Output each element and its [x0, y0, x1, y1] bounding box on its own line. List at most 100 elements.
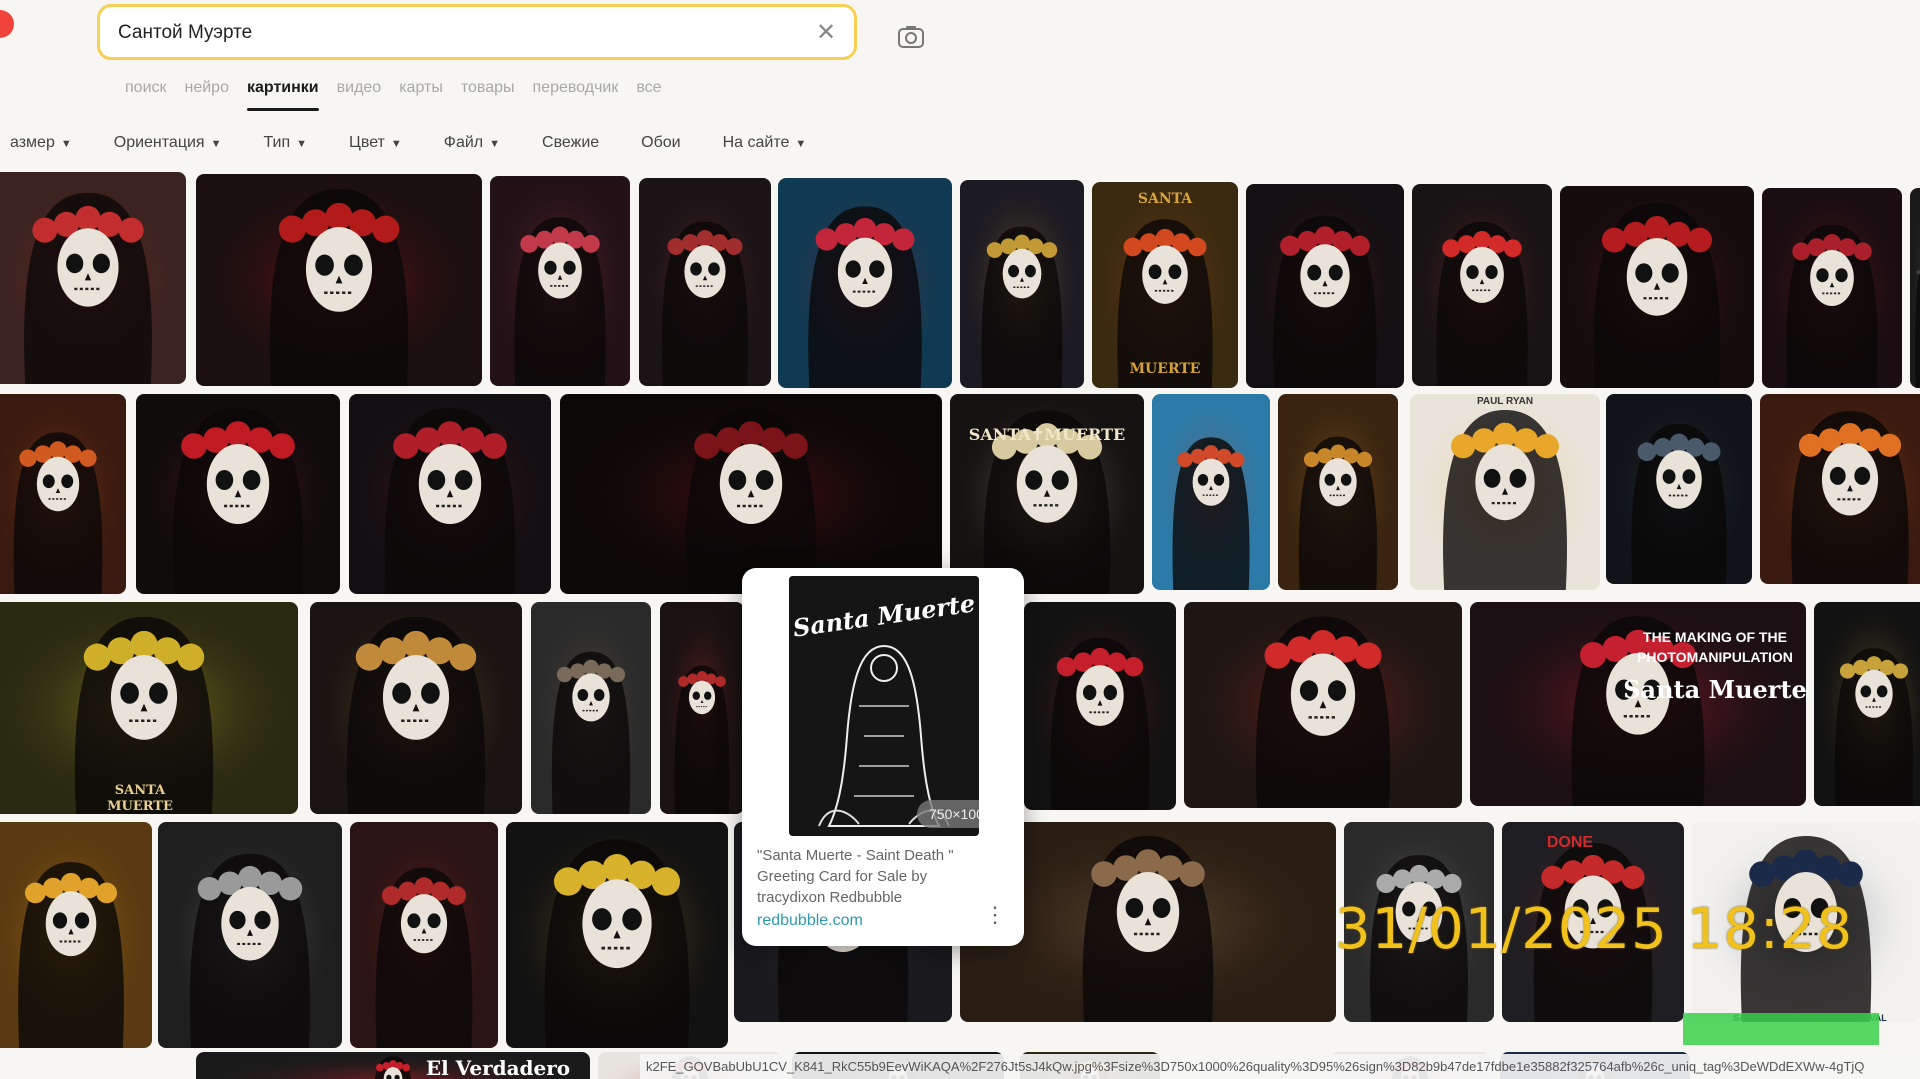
filter-label: Тип	[263, 134, 291, 151]
santa-caption: SANTA	[1137, 191, 1193, 207]
image-result-tile[interactable]	[136, 394, 340, 594]
skull-portrait-artwork	[1814, 602, 1920, 806]
image-result-tile[interactable]	[560, 394, 942, 594]
making-of-title: Santa Muerte	[1623, 675, 1807, 704]
tab-translator[interactable]: переводчик	[524, 76, 628, 110]
skull-portrait-artwork	[1412, 184, 1552, 386]
search-tabs: поиск нейро картинки видео карты товары …	[116, 76, 671, 111]
filter-on-site[interactable]: На сайте ▼	[707, 124, 823, 162]
chevron-down-icon: ▼	[390, 138, 402, 150]
image-result-tile[interactable]	[1278, 394, 1398, 590]
camera-timestamp: 31/01/2025 18:28	[1335, 897, 1853, 962]
skull-portrait-artwork	[1024, 602, 1176, 810]
image-result-tile[interactable]	[158, 822, 342, 1048]
logo[interactable]	[0, 10, 14, 38]
image-result-tile[interactable]	[1560, 186, 1754, 388]
skull-portrait-artwork	[960, 180, 1084, 388]
image-result-tile[interactable]	[531, 602, 651, 814]
search-box: ✕	[97, 4, 857, 60]
filter-label: Ориентация	[113, 134, 205, 151]
artwork-title: MAYA	[1488, 412, 1522, 426]
tab-maps[interactable]: карты	[390, 76, 452, 110]
skull-portrait-artwork	[196, 174, 482, 386]
filter-label: Цвет	[349, 134, 385, 151]
skull-portrait-artwork	[1606, 394, 1752, 584]
skull-portrait-artwork	[778, 178, 952, 388]
image-result-tile[interactable]	[506, 822, 728, 1048]
tab-images[interactable]: картинки	[238, 76, 328, 111]
tab-products[interactable]: товары	[452, 76, 524, 110]
image-result-tile[interactable]	[1412, 184, 1552, 386]
skull-portrait-artwork	[310, 602, 522, 814]
skull-portrait-artwork	[349, 394, 551, 594]
image-result-tile[interactable]	[1762, 188, 1902, 388]
skull-portrait-artwork	[1278, 394, 1398, 590]
tab-search[interactable]: поиск	[116, 76, 176, 110]
preview-title[interactable]: "Santa Muerte - Saint Death " Greeting C…	[757, 845, 987, 908]
chevron-down-icon: ▼	[210, 138, 222, 150]
skull-portrait-artwork	[1184, 602, 1462, 808]
image-result-tile[interactable]	[1152, 394, 1270, 590]
filter-wallpapers[interactable]: Обои	[625, 124, 696, 162]
image-result-tile[interactable]	[778, 178, 952, 388]
santa-muerte-badge: SANTA✝MUERTE	[968, 425, 1126, 444]
image-result-tile[interactable]	[960, 180, 1084, 388]
image-result-tile[interactable]	[1184, 602, 1462, 808]
filter-orientation[interactable]: Ориентация ▼	[98, 124, 238, 162]
skull-portrait-artwork	[490, 176, 630, 386]
making-of-line1: THE MAKING OF THE	[1643, 629, 1787, 645]
filter-label: Свежие	[542, 134, 600, 151]
camera-search-icon[interactable]	[896, 22, 926, 52]
chevron-down-icon: ▼	[296, 138, 308, 150]
artist-name: PAUL RYAN	[1476, 396, 1534, 407]
image-size-badge: 750×1000	[917, 800, 979, 828]
filter-label: На сайте	[722, 134, 790, 151]
tab-all[interactable]: все	[627, 76, 670, 110]
filter-size[interactable]: азмер ▼	[0, 124, 88, 162]
kebab-menu-icon[interactable]: ⋮	[984, 904, 1006, 926]
image-result-tile[interactable]	[196, 174, 482, 386]
making-of-line2: PHOTOMANIPULATION	[1637, 649, 1793, 665]
image-result-tile[interactable]	[1246, 184, 1404, 388]
image-result-tile[interactable]	[0, 822, 152, 1048]
el-verdadero-label: El Verdadero	[425, 1056, 571, 1079]
skull-portrait-artwork	[0, 172, 186, 384]
filter-bar: азмер ▼ Ориентация ▼ Тип ▼ Цвет ▼ Файл ▼ Свеж…	[0, 124, 822, 164]
image-result-tile[interactable]	[1760, 394, 1920, 584]
image-result-tile[interactable]	[350, 822, 498, 1048]
skull-portrait-artwork	[350, 822, 498, 1048]
image-result-tile[interactable]	[0, 172, 186, 384]
preview-artwork: Santa Muerte	[789, 576, 979, 836]
filter-fresh[interactable]: Свежие	[526, 124, 615, 162]
image-preview-card[interactable]: Santa Muerte 750×1000 "Santa Muerte - Sa…	[742, 568, 1024, 946]
skull-portrait-artwork	[506, 822, 728, 1048]
filter-file[interactable]: Файл ▼	[428, 124, 516, 162]
image-result-tile[interactable]	[639, 178, 771, 386]
filter-color[interactable]: Цвет ▼	[333, 124, 418, 162]
image-result-tile[interactable]	[0, 394, 126, 594]
chevron-down-icon: ▼	[795, 138, 807, 150]
image-result-tile[interactable]	[1910, 188, 1920, 388]
image-result-tile[interactable]	[1024, 602, 1176, 810]
skull-portrait-artwork	[0, 822, 152, 1048]
image-result-tile[interactable]	[1814, 602, 1920, 806]
tab-video[interactable]: видео	[328, 76, 391, 110]
search-input[interactable]	[118, 19, 758, 47]
image-result-tile[interactable]	[660, 602, 744, 814]
tab-neuro[interactable]: нейро	[176, 76, 238, 110]
skull-portrait-artwork	[0, 394, 126, 594]
skull-portrait-artwork	[136, 394, 340, 594]
skull-portrait-artwork	[1560, 186, 1754, 388]
preview-source-link[interactable]: redbubble.com	[757, 912, 863, 930]
close-icon[interactable]: ✕	[812, 19, 840, 47]
camera-overlay-bar	[1683, 1013, 1879, 1045]
done-label: DONE	[1546, 834, 1594, 851]
muerte-caption-2: MUERTE	[107, 799, 173, 814]
filter-type[interactable]: Тип ▼	[247, 124, 323, 162]
image-result-tile[interactable]	[349, 394, 551, 594]
image-result-tile[interactable]	[1606, 394, 1752, 584]
image-result-tile[interactable]	[490, 176, 630, 386]
preview-image[interactable]: Santa Muerte 750×1000	[789, 576, 979, 836]
image-result-tile[interactable]	[310, 602, 522, 814]
skull-portrait-artwork	[1762, 188, 1902, 388]
